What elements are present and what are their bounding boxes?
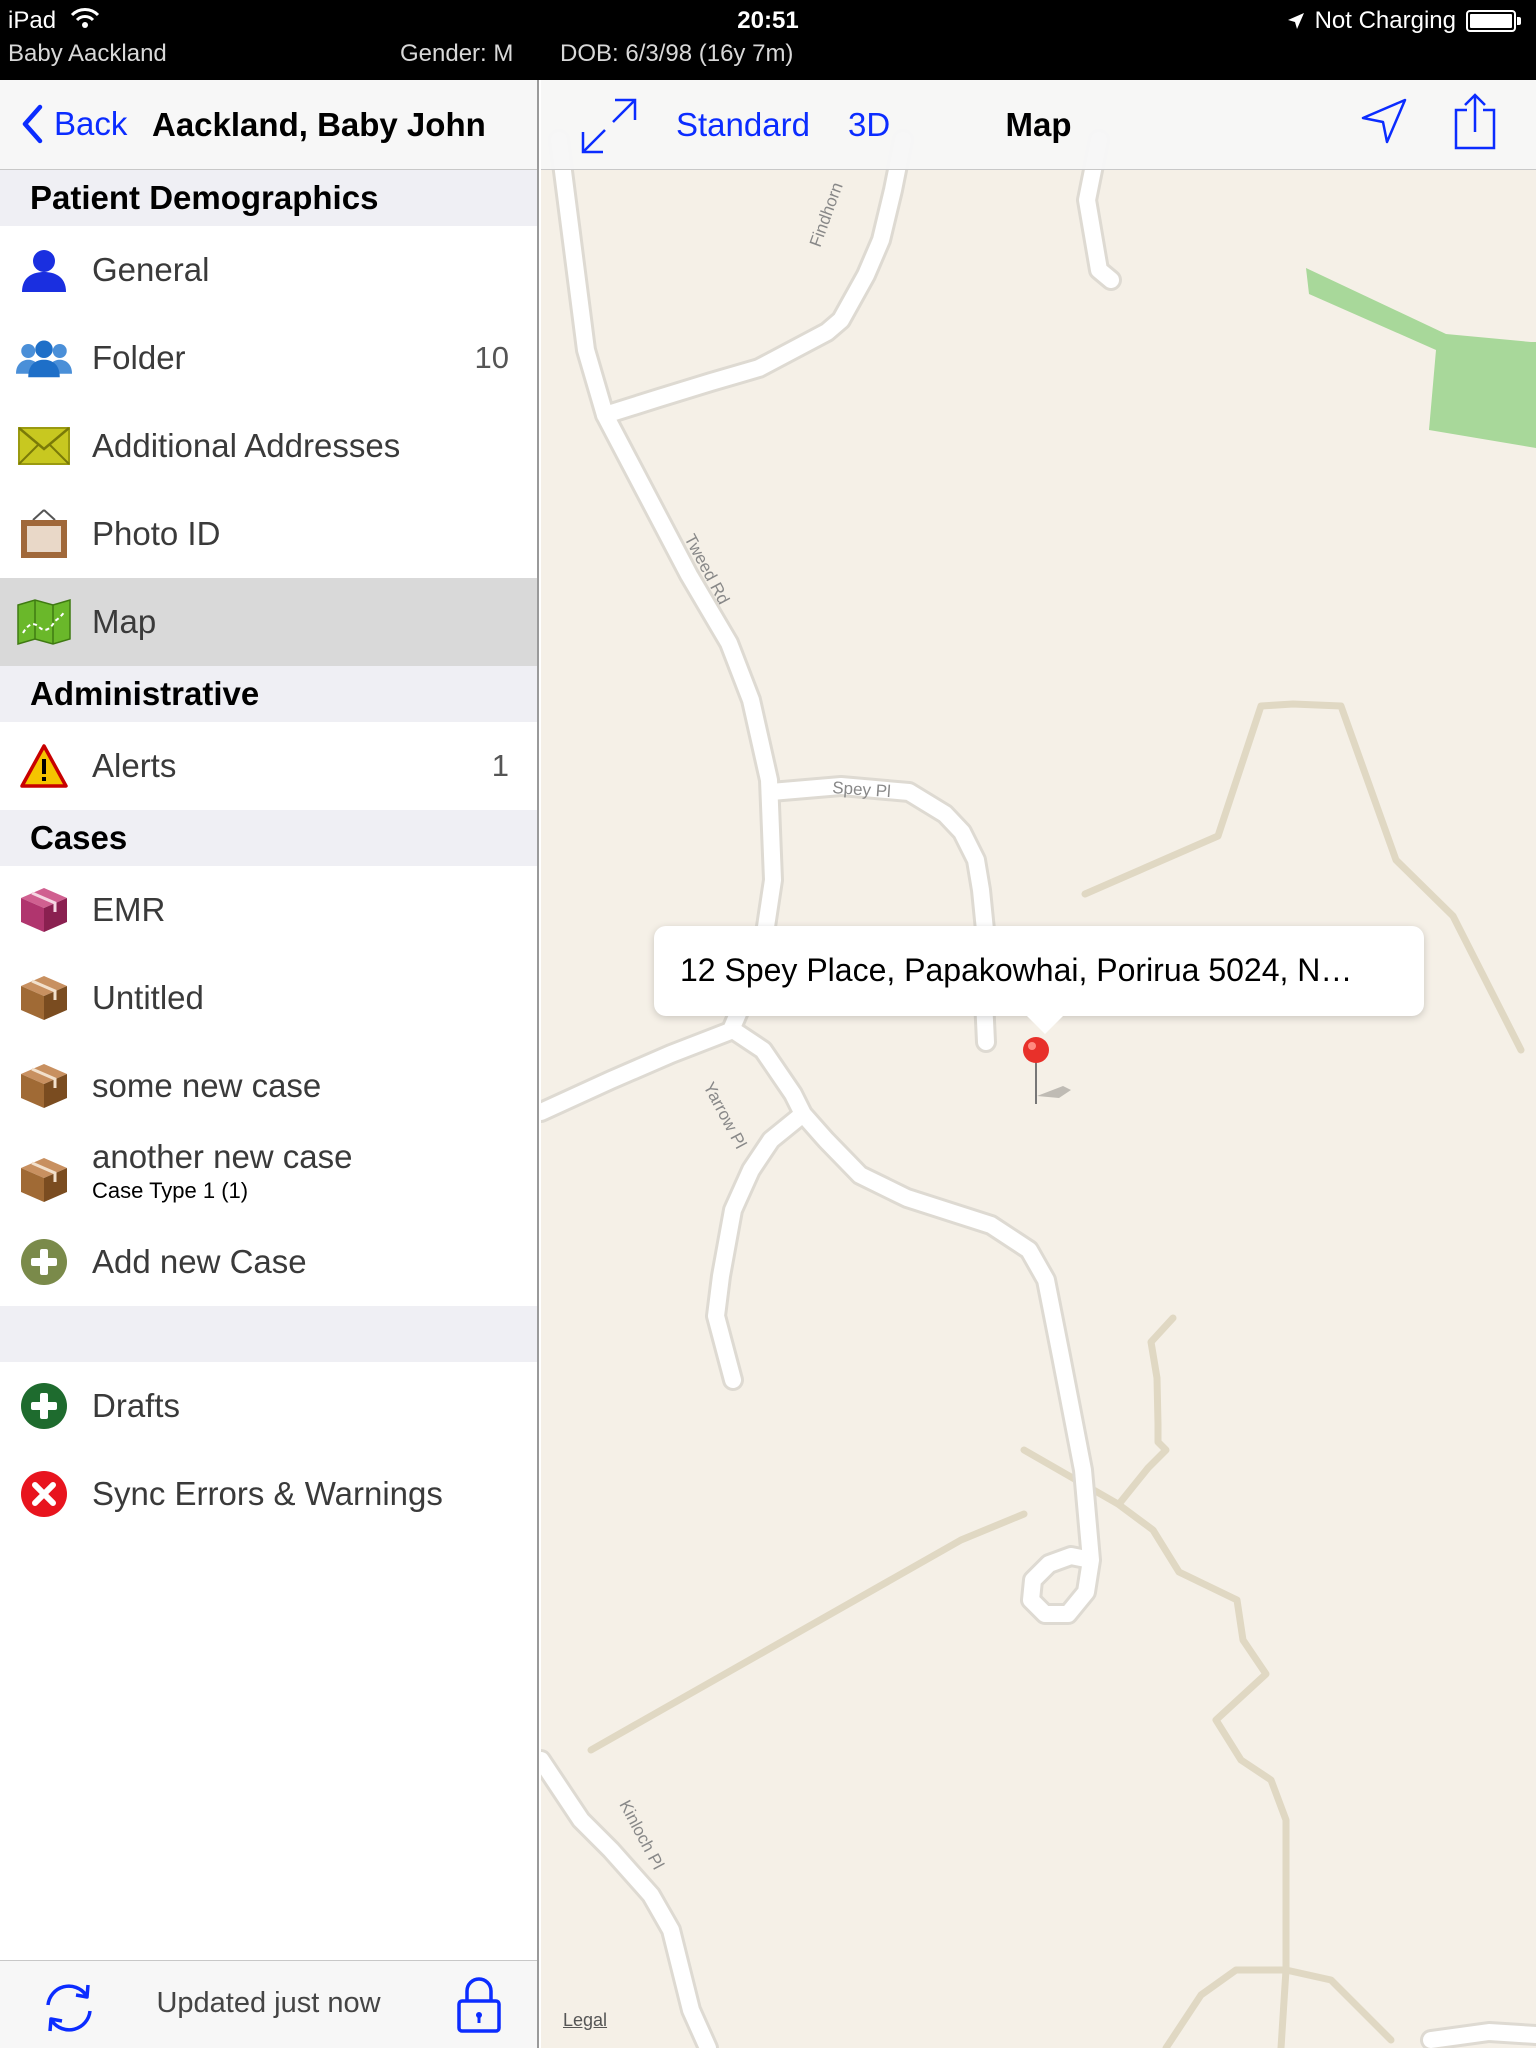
menu-item-emr[interactable]: EMR (0, 866, 537, 954)
map-icon (16, 596, 72, 648)
menu-label: Folder (92, 339, 186, 376)
location-arrow-icon (1287, 13, 1304, 29)
box-icon (16, 884, 72, 936)
chevron-left-icon (22, 104, 43, 144)
map-toolbar: Standard 3D Map (541, 80, 1536, 170)
battery-icon (1466, 10, 1521, 32)
section-cases: Cases (0, 810, 537, 866)
menu-item-drafts[interactable]: Drafts (0, 1362, 537, 1450)
envelope-icon (16, 420, 72, 472)
plus-circle-icon (16, 1236, 72, 1288)
menu-label: Add new Case (92, 1243, 307, 1280)
section-spacer (0, 1306, 537, 1362)
status-right: Not Charging (1287, 7, 1521, 35)
menu-label: Alerts (92, 747, 177, 784)
back-button[interactable]: Back (20, 104, 127, 144)
menu-label: Sync Errors & Warnings (92, 1475, 443, 1512)
menu-label: Map (92, 603, 157, 640)
menu-label: Drafts (92, 1387, 181, 1424)
warning-icon (16, 740, 72, 792)
menu-item-untitled[interactable]: Untitled (0, 954, 537, 1042)
menu-label: Additional Addresses (92, 427, 401, 464)
alerts-count-badge: 1 (491, 748, 509, 783)
map-pin-icon[interactable] (1019, 1036, 1079, 1106)
menu-item-map[interactable]: Map (0, 578, 537, 666)
charging-status: Not Charging (1314, 7, 1456, 34)
lock-icon[interactable] (456, 1975, 502, 2035)
sidebar-footer: Updated just now (0, 1960, 537, 2048)
patient-gender: Gender: M (400, 40, 514, 67)
patient-dob: DOB: 6/3/98 (16y 7m) (560, 40, 794, 67)
group-icon (16, 332, 72, 384)
menu-label: EMR (92, 891, 166, 928)
sidebar: Back Aackland, Baby John Patient Demogra… (0, 80, 539, 2048)
section-administrative: Administrative (0, 666, 537, 722)
menu-label: another new case (92, 1138, 353, 1175)
map-view[interactable]: Findhorn Tweed Rd Spey Pl Yarrow Pl Kinl… (541, 80, 1536, 2048)
box-icon (16, 1060, 72, 1112)
menu-item-photo-id[interactable]: Photo ID (0, 490, 537, 578)
address-text: 12 Spey Place, Papakowhai, Porirua 5024,… (680, 952, 1353, 988)
menu-item-general[interactable]: General (0, 226, 537, 314)
folder-count-badge: 10 (474, 340, 509, 375)
menu-item-additional-addresses[interactable]: Additional Addresses (0, 402, 537, 490)
address-callout[interactable]: 12 Spey Place, Papakowhai, Porirua 5024,… (654, 926, 1424, 1034)
menu-label: Untitled (92, 979, 204, 1016)
plus-circle-icon (16, 1380, 72, 1432)
section-patient-demographics: Patient Demographics (0, 170, 537, 226)
menu-label: General (92, 251, 210, 288)
menu-item-folder[interactable]: Folder 10 (0, 314, 537, 402)
share-icon[interactable] (1453, 92, 1497, 152)
add-new-case-button[interactable]: Add new Case (0, 1218, 537, 1306)
sidebar-navbar: Back Aackland, Baby John (0, 80, 537, 170)
patient-name: Baby Aackland (8, 40, 167, 67)
menu-item-sync-errors[interactable]: Sync Errors & Warnings (0, 1450, 537, 1538)
menu-item-another-new-case[interactable]: another new case Case Type 1 (1) (0, 1130, 537, 1218)
menu-label: some new case (92, 1067, 322, 1104)
location-arrow-icon[interactable] (1359, 96, 1409, 146)
x-circle-icon (16, 1468, 72, 1520)
page-title: Aackland, Baby John (152, 106, 486, 143)
case-type-sublabel: Case Type 1 (1) (92, 1178, 249, 1203)
menu-item-alerts[interactable]: Alerts 1 (0, 722, 537, 810)
status-bar: iPad 20:51 Not Charging Baby Aackland Ge… (0, 0, 1536, 80)
box-icon (16, 1154, 72, 1206)
menu-label: Photo ID (92, 515, 221, 552)
person-icon (16, 244, 72, 296)
photo-frame-icon (16, 508, 72, 560)
box-icon (16, 972, 72, 1024)
menu-item-some-new-case[interactable]: some new case (0, 1042, 537, 1130)
legal-link[interactable]: Legal (563, 2010, 607, 2031)
back-label: Back (54, 105, 128, 142)
